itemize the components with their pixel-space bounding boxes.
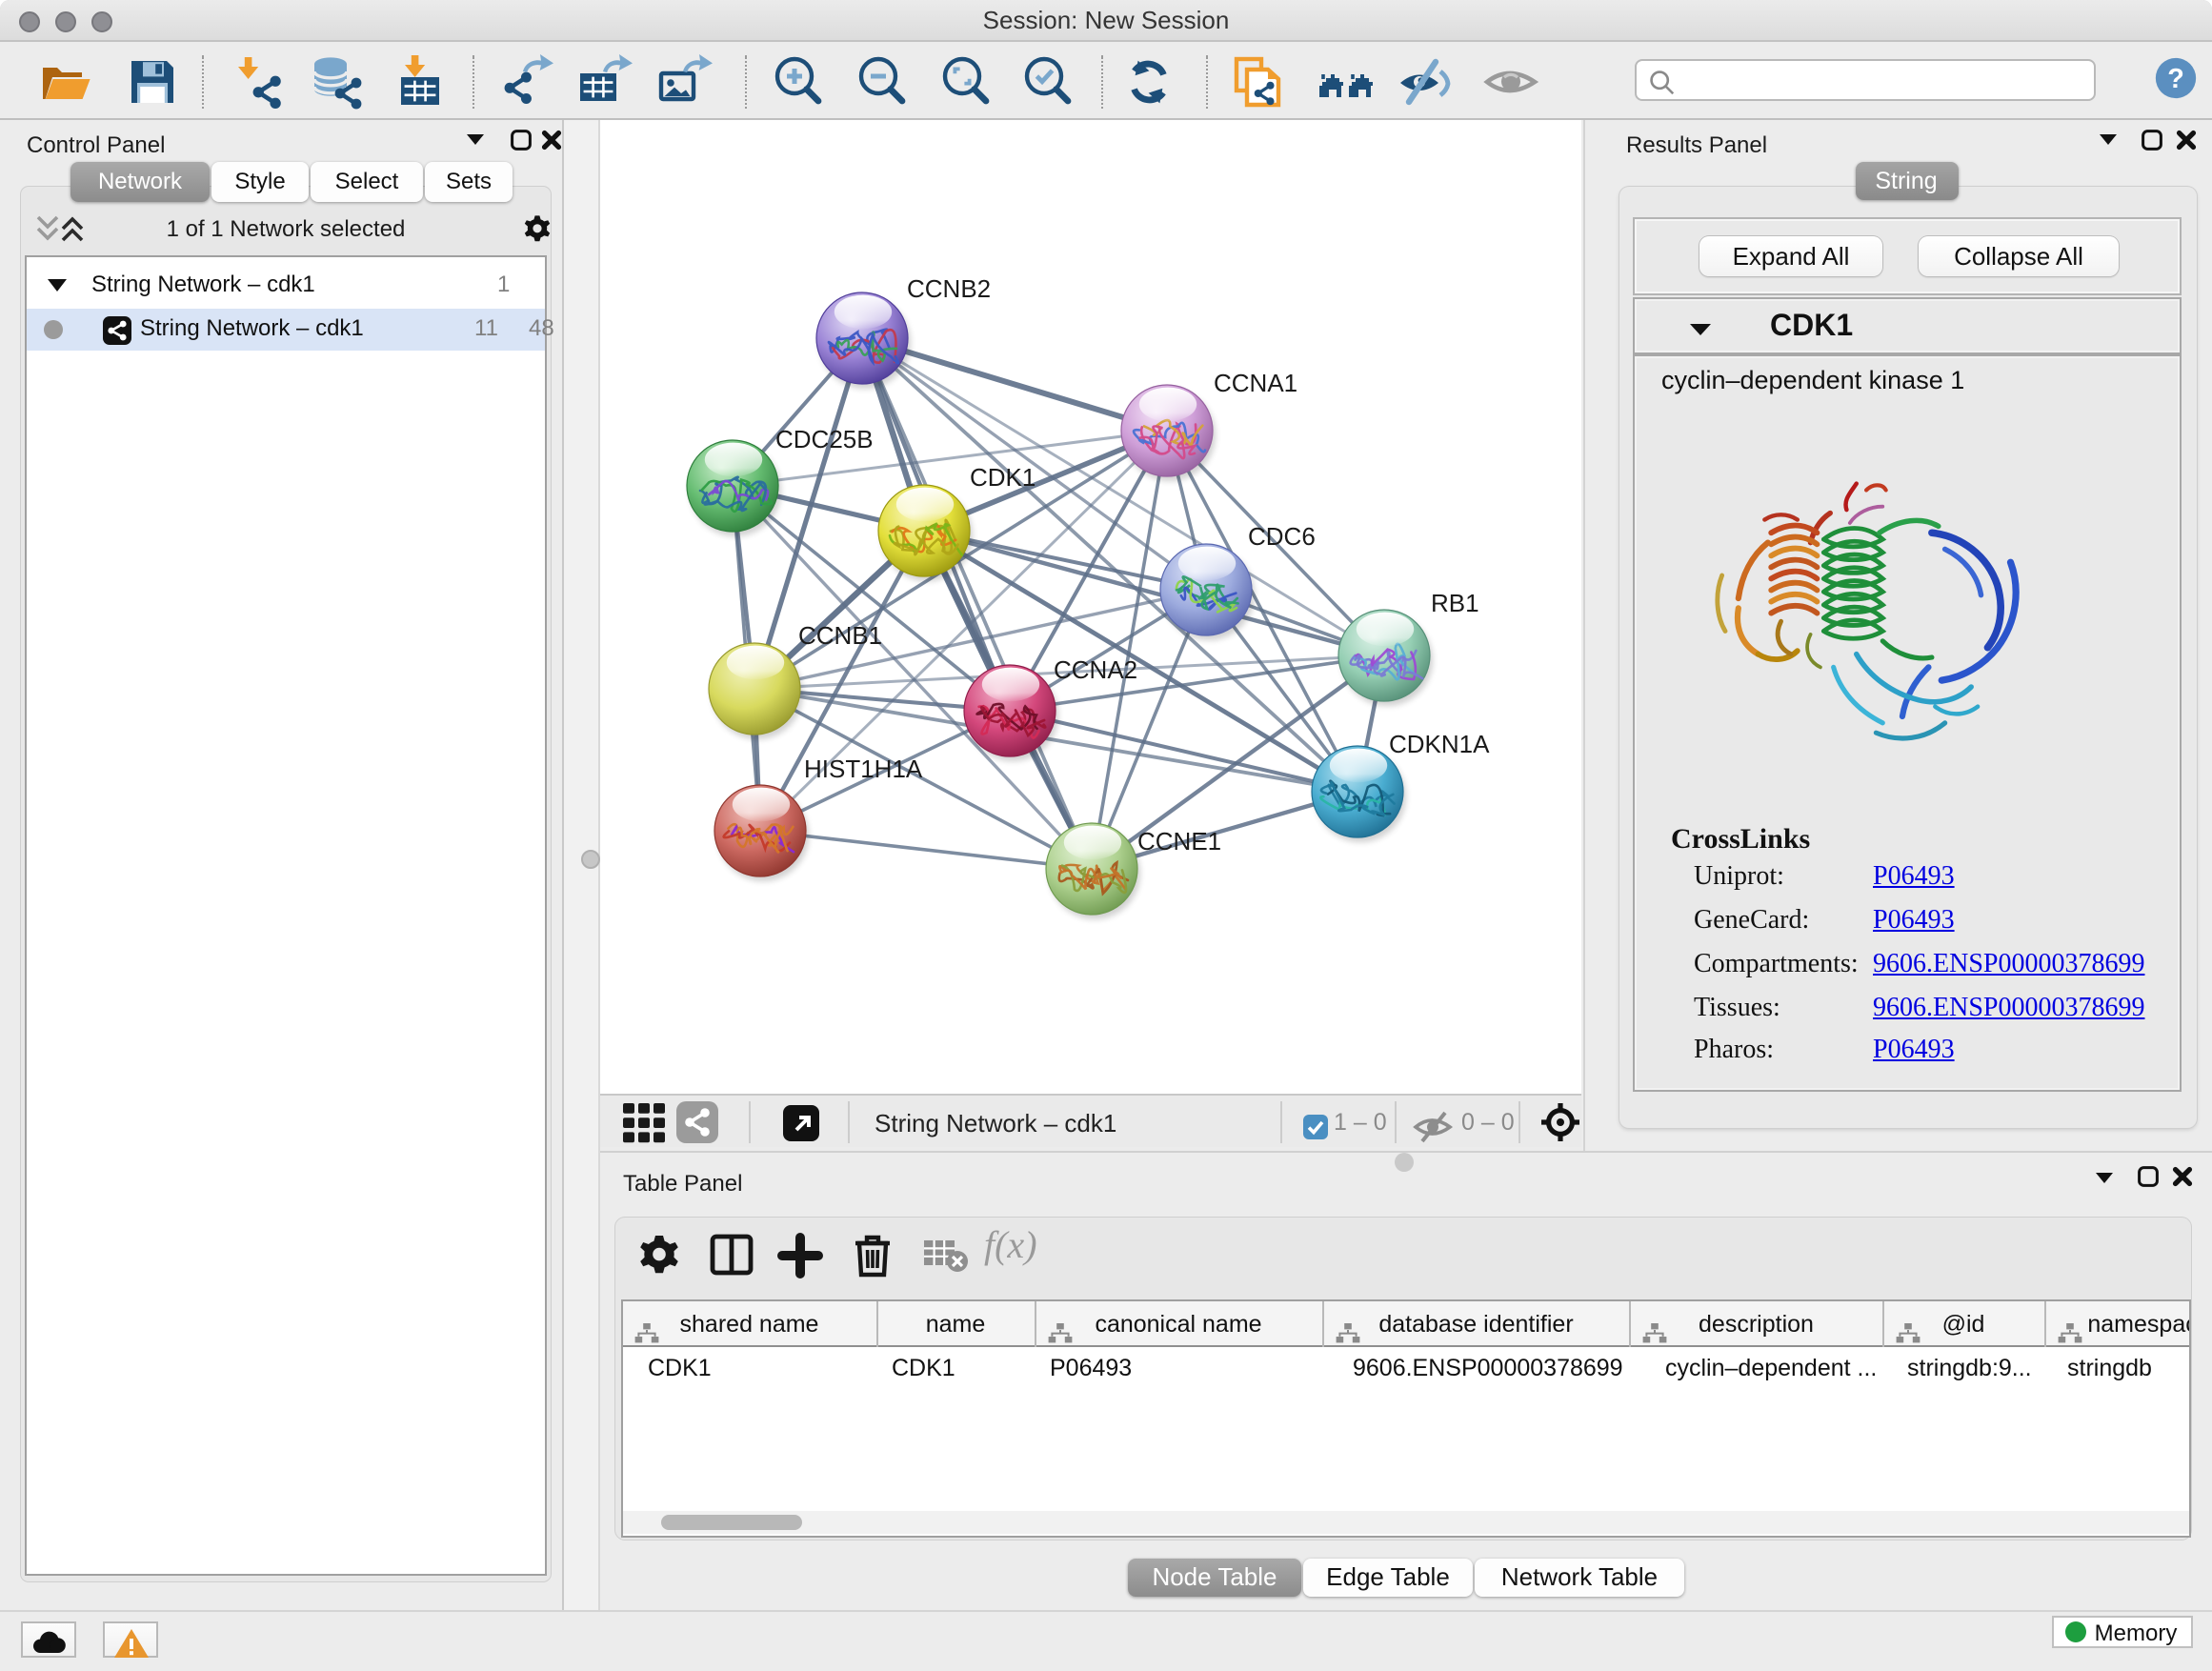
svg-text:CCNA1: CCNA1 [1214,369,1297,397]
svg-text:HIST1H1A: HIST1H1A [804,755,923,783]
svg-text:CCNA2: CCNA2 [1054,655,1137,684]
svg-text:CDK1: CDK1 [970,463,1036,492]
svg-text:CCNB2: CCNB2 [907,274,991,303]
svg-text:CCNE1: CCNE1 [1137,827,1221,856]
svg-text:CDC25B: CDC25B [775,425,874,453]
svg-text:?: ? [2166,64,2183,94]
svg-text:RB1: RB1 [1431,589,1479,617]
svg-text:CDC6: CDC6 [1248,522,1316,551]
svg-text:CDKN1A: CDKN1A [1389,730,1490,758]
svg-text:CCNB1: CCNB1 [798,621,882,650]
